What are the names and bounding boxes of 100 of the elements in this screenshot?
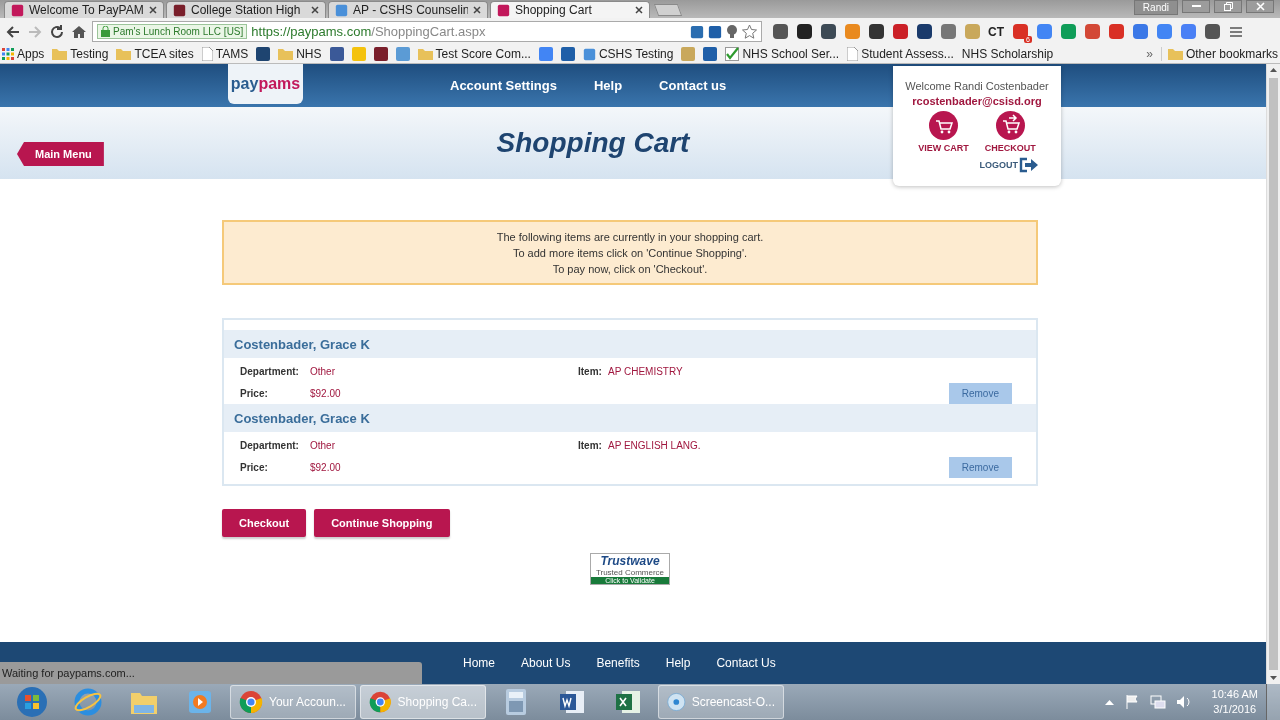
favicon-icon (11, 3, 24, 17)
excel-icon[interactable] (614, 688, 642, 716)
browser-tab[interactable]: AP - CSHS Counselin (328, 1, 488, 18)
network-icon[interactable] (1149, 694, 1166, 710)
student-name: Costenbader, Grace K (234, 336, 370, 352)
speaker-icon[interactable] (1175, 694, 1192, 710)
bookmark[interactable]: CSHS Testing (582, 47, 674, 61)
item-value: AP CHEMISTRY (608, 366, 684, 377)
bookmark-icon[interactable] (256, 47, 271, 61)
field-label: Item: (578, 366, 603, 377)
page-title: Shopping Cart (496, 127, 692, 159)
student-name: Costenbader, Grace K (234, 410, 370, 426)
favicon-icon (173, 3, 186, 17)
new-tab-button[interactable] (653, 4, 683, 16)
scrollbar[interactable] (1266, 64, 1280, 684)
bookmark-icon[interactable] (329, 47, 344, 61)
department-value: Other (310, 440, 336, 451)
close-icon[interactable] (311, 6, 319, 14)
checkout-link[interactable]: CHECKOUT (984, 111, 1036, 153)
item-value: AP ENGLISH LANG. (608, 440, 702, 451)
logout-link[interactable]: LOGOUT (979, 157, 1039, 173)
main-menu-button[interactable]: Main Menu (17, 142, 104, 166)
notice-text: The following items are currently in your shopping cart. (496, 229, 764, 245)
cart-icon[interactable] (929, 111, 958, 140)
bookmark-icon[interactable] (373, 47, 388, 61)
price-value: $92.00 (310, 388, 342, 399)
start-icon[interactable] (16, 686, 48, 718)
continue-shopping-button[interactable]: Continue Shopping (314, 509, 450, 537)
bookmark-folder[interactable]: NHS (278, 47, 322, 61)
field-label: Price: (240, 388, 269, 399)
scroll-up-icon[interactable] (1270, 68, 1277, 72)
page-icon (201, 47, 213, 61)
extension-icon[interactable] (772, 23, 789, 40)
address-bar[interactable]: Pam's Lunch Room LLC [US] https://paypams.com/ShoppingCart.aspx (92, 21, 762, 42)
calculator-icon[interactable] (505, 688, 527, 716)
bookmark-folder[interactable]: Other bookmarks (1160, 47, 1278, 61)
extension-icon[interactable] (916, 23, 933, 40)
apps-bookmark[interactable]: Apps (2, 47, 45, 61)
favicon-icon (497, 3, 510, 17)
nav-link[interactable]: Contact us (659, 78, 727, 93)
price-value: $92.00 (310, 462, 342, 473)
extension-button[interactable]: CT (988, 24, 1005, 39)
close-icon[interactable] (473, 6, 481, 14)
footer-link[interactable]: Benefits (596, 656, 640, 670)
nav-link[interactable]: Help (593, 78, 623, 93)
show-desktop-button[interactable] (1266, 684, 1280, 720)
chrome-icon (239, 690, 263, 714)
browser-tab[interactable]: Shopping Cart (490, 1, 650, 18)
restore-button[interactable] (1214, 0, 1242, 13)
field-label: Item: (578, 440, 603, 451)
extension-icon[interactable] (796, 23, 813, 40)
page-icon (847, 47, 859, 61)
close-button[interactable] (1246, 0, 1274, 13)
chrome-icon (369, 690, 392, 714)
reload-icon[interactable] (48, 22, 66, 41)
bookmark-icon[interactable] (560, 47, 575, 61)
bookmark-folder[interactable]: Testing (52, 47, 109, 61)
close-icon (1255, 2, 1265, 11)
lightbulb-icon[interactable] (726, 24, 738, 39)
folder-icon (116, 48, 132, 60)
bookmark[interactable]: TAMS (201, 47, 249, 61)
field-label: Department: (240, 440, 300, 451)
checkout-button[interactable]: Checkout (222, 509, 307, 537)
word-icon[interactable] (558, 688, 586, 716)
extension-icon[interactable] (1204, 23, 1221, 40)
footer-link[interactable]: Home (463, 656, 495, 670)
media-player-icon[interactable] (187, 689, 213, 715)
folder-icon (278, 48, 294, 60)
browser-tab[interactable]: College Station High (166, 1, 326, 18)
folder-icon (417, 48, 433, 60)
browser-tab[interactable]: Welcome To PayPAM (4, 1, 164, 18)
folder-icon (1167, 48, 1183, 60)
star-icon[interactable] (742, 24, 757, 39)
tray-arrow-icon[interactable] (1104, 699, 1114, 705)
bookmark[interactable]: NHS School Ser... (725, 47, 840, 61)
footer-link[interactable]: Help (665, 656, 691, 670)
view-cart-link[interactable]: VIEW CART (918, 111, 969, 153)
field-label: Department: (240, 366, 300, 377)
minimize-button[interactable] (1182, 0, 1210, 13)
bookmark-folder[interactable]: TCEA sites (116, 47, 194, 61)
extension-icon[interactable] (820, 23, 837, 40)
close-icon[interactable] (149, 6, 157, 14)
menu-icon[interactable] (1228, 24, 1244, 39)
nav-link[interactable]: Account Settings (450, 78, 557, 93)
bookmark-folder[interactable]: Test Score Com... (417, 47, 531, 61)
folder-icon (52, 48, 68, 60)
square-icon (708, 24, 722, 39)
flag-icon[interactable] (1123, 694, 1140, 710)
favicon-icon (335, 3, 348, 17)
close-icon[interactable] (635, 6, 643, 14)
paypams-logo[interactable]: paypams (228, 64, 303, 104)
extension-icon[interactable] (868, 23, 885, 40)
more-bookmarks-button[interactable]: » (1146, 47, 1153, 61)
bookmark[interactable]: Student Assess... (847, 47, 954, 61)
bookmark[interactable]: NHS Scholarship (961, 47, 1054, 61)
footer-link[interactable]: Contact Us (716, 656, 776, 670)
scroll-down-icon[interactable] (1270, 676, 1277, 680)
notice-text: To add more items click on 'Continue Shopping'. (512, 245, 748, 261)
footer-link[interactable]: About Us (521, 656, 571, 670)
bookmark-icon[interactable] (703, 47, 718, 61)
